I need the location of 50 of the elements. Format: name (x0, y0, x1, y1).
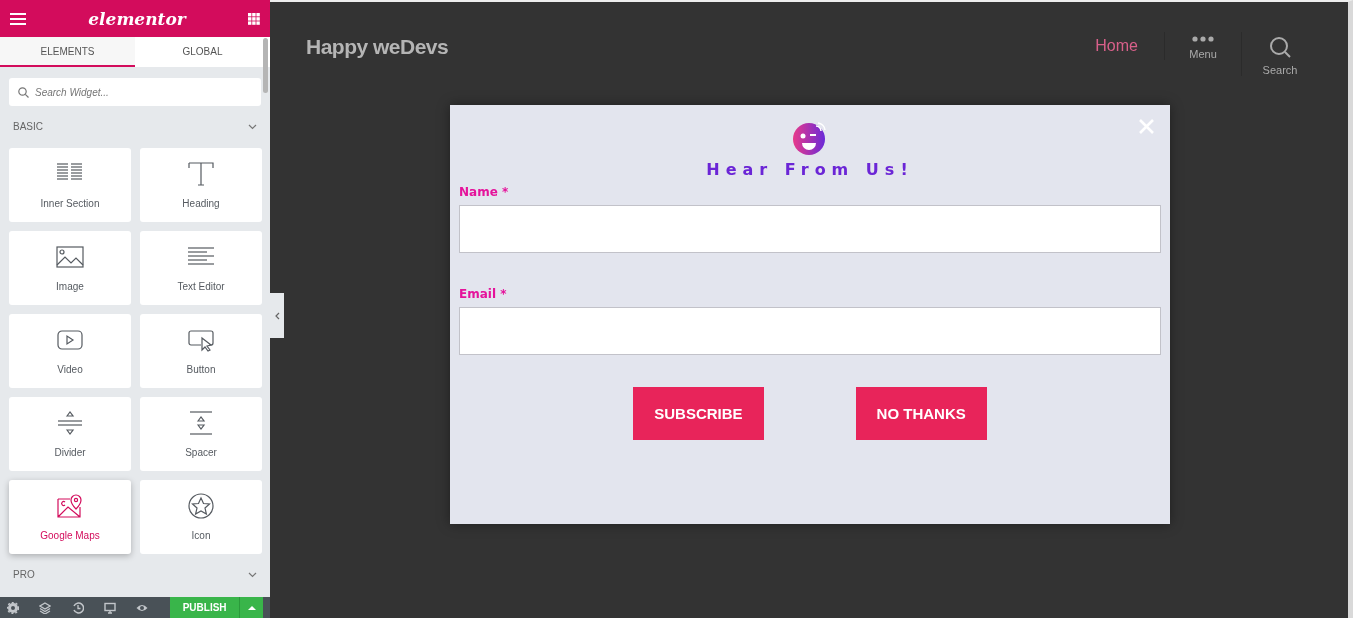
layers-icon[interactable] (39, 601, 52, 614)
popup-button[interactable]: NO THANKS (855, 387, 987, 440)
popup-button[interactable]: SUBSCRIBE (633, 387, 764, 440)
search-icon (1269, 36, 1291, 58)
map-widget-icon (56, 493, 84, 519)
publish-options-button[interactable] (239, 597, 263, 618)
heading-widget-icon (187, 161, 215, 187)
widget-tile[interactable]: Icon (140, 480, 262, 554)
field-label: Email * (459, 287, 507, 301)
dots-icon (1192, 36, 1214, 42)
widget-tile[interactable]: Google Maps (9, 480, 131, 554)
widget-tile[interactable]: Text Editor (140, 231, 262, 305)
logo: elementor (88, 8, 186, 29)
video-widget-icon (56, 327, 84, 353)
search-input[interactable]: Search Widget... (35, 86, 235, 98)
section-title: PRO (13, 569, 35, 580)
widget-tile[interactable]: Divider (9, 397, 131, 471)
section-title: BASIC (13, 121, 43, 132)
widget-tile[interactable]: Video (9, 314, 131, 388)
widget-tile[interactable]: Image (9, 231, 131, 305)
chevron-icon (274, 311, 280, 320)
smiley-icon (792, 120, 828, 156)
menu-button[interactable]: Menu (1164, 32, 1241, 60)
history-icon[interactable] (71, 601, 84, 614)
nav-link[interactable]: Home (1095, 37, 1138, 55)
monitor-icon[interactable] (104, 601, 117, 614)
panel-tab[interactable]: ELEMENTS (0, 37, 135, 67)
widget-tile[interactable]: Button (140, 314, 262, 388)
spacer-widget-icon (187, 410, 215, 436)
grid-icon[interactable] (248, 12, 260, 25)
chevron-icon[interactable] (248, 571, 257, 578)
menu-icon[interactable] (10, 12, 26, 25)
search-icon (18, 86, 29, 98)
input-field[interactable] (459, 205, 1161, 253)
caret-icon (247, 605, 256, 610)
popup-title: Hear From Us! (706, 160, 914, 179)
field-label: Name * (459, 185, 509, 199)
widget-tile[interactable]: Inner Section (9, 148, 131, 222)
widget-tile[interactable]: Heading (140, 148, 262, 222)
chevron-icon[interactable] (248, 123, 257, 130)
search-button[interactable]: Search (1241, 32, 1318, 76)
site-title[interactable]: Happy weDevs (306, 35, 449, 59)
button-widget-icon (187, 327, 215, 353)
widget-tile[interactable]: Spacer (140, 397, 262, 471)
icon-widget-icon (187, 493, 215, 519)
image-widget-icon (56, 244, 84, 270)
settings-icon[interactable] (7, 601, 19, 614)
input-field[interactable] (459, 307, 1161, 355)
divider-widget-icon (56, 410, 84, 436)
search-field[interactable]: Search Widget... (9, 78, 261, 106)
